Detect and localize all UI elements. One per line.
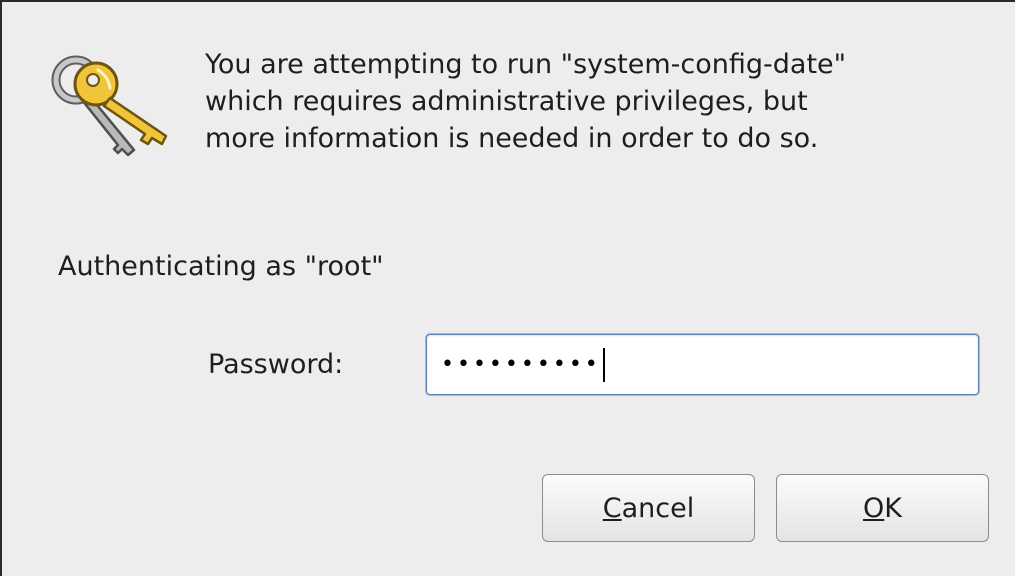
ok-button[interactable]: OK <box>776 474 989 542</box>
cancel-label: ancel <box>621 492 695 524</box>
password-masked-value: •••••••••• <box>441 351 601 377</box>
cancel-mnemonic: C <box>602 492 622 524</box>
password-label: Password: <box>208 349 344 380</box>
password-input[interactable]: •••••••••• <box>426 334 979 395</box>
authentication-dialog: You are attempting to run "system-config… <box>0 0 1015 576</box>
dialog-message: You are attempting to run "system-config… <box>205 49 847 154</box>
text-cursor <box>602 347 605 382</box>
keys-icon <box>48 54 174 166</box>
authenticating-as-label: Authenticating as "root" <box>58 251 384 282</box>
ok-label: K <box>884 492 902 524</box>
cancel-button[interactable]: Cancel <box>542 474 755 542</box>
ok-mnemonic: O <box>863 492 885 524</box>
